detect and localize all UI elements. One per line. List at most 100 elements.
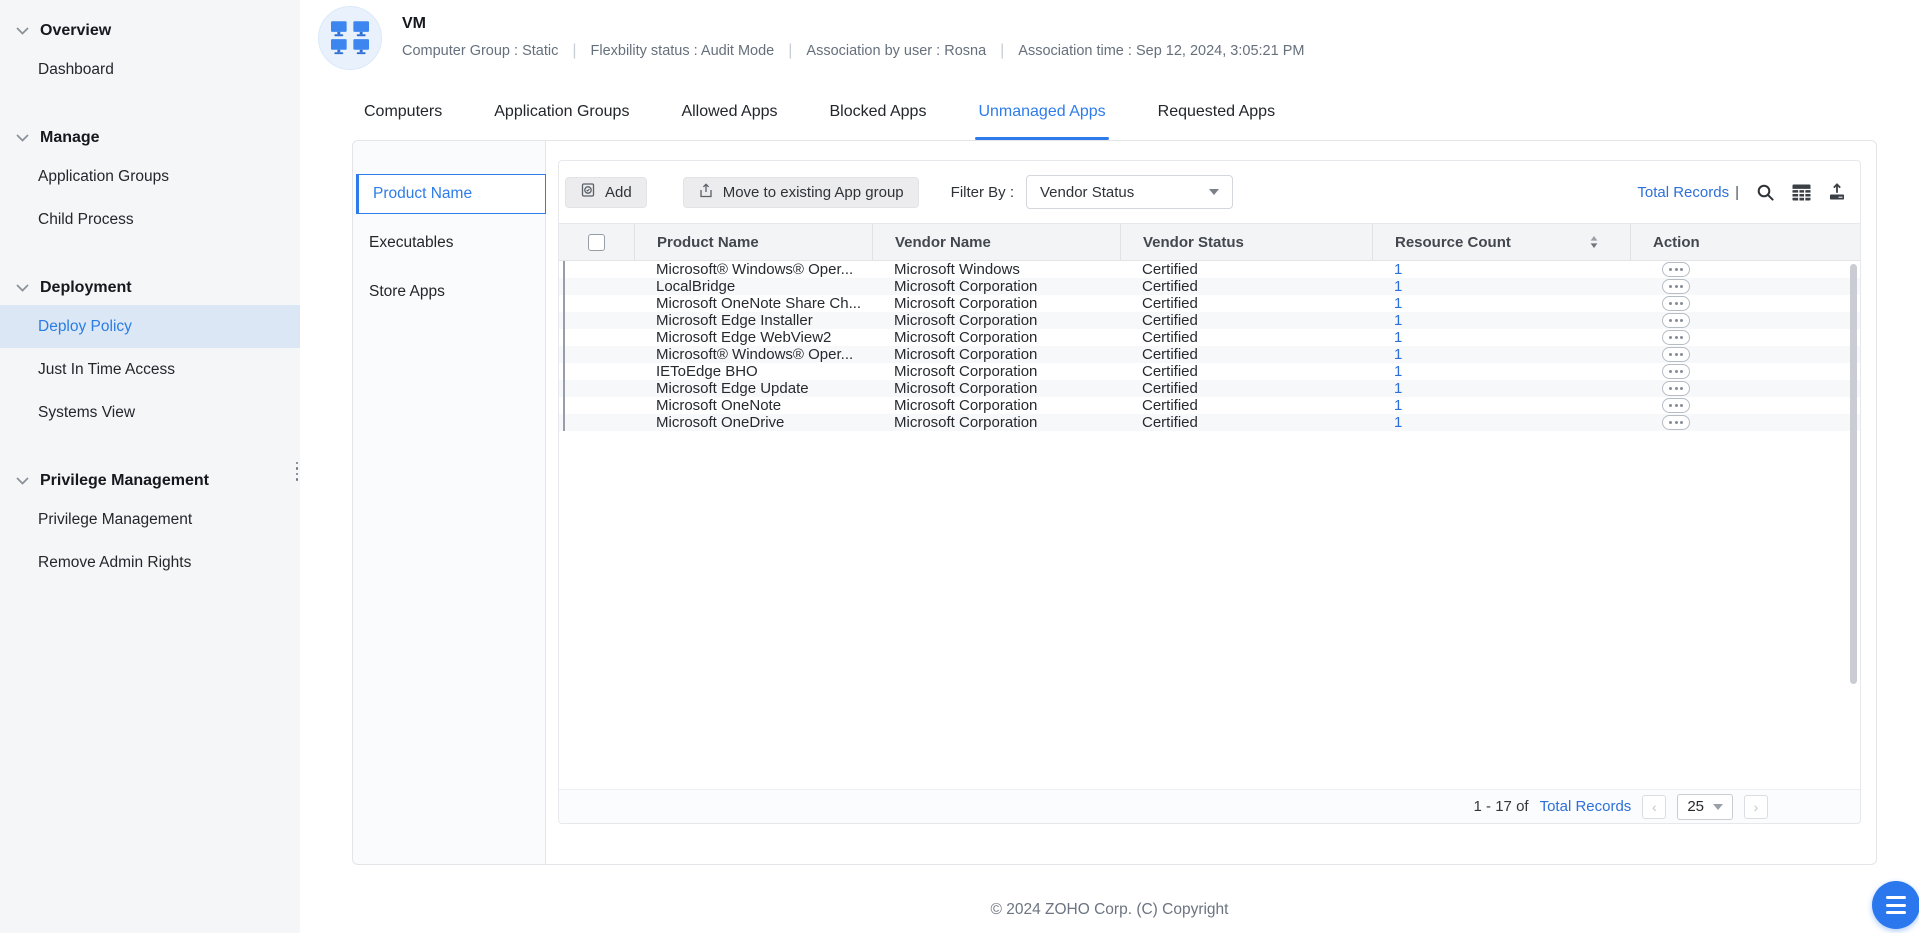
row-actions-ellipsis-icon[interactable] xyxy=(1662,262,1690,277)
app-root: OverviewDashboard Manage Application Group… xyxy=(0,0,1919,933)
row-actions-ellipsis-icon[interactable] xyxy=(1662,347,1690,362)
sidebar-section-header[interactable]: Deployment xyxy=(0,271,300,305)
sidebar-section-label: Manage xyxy=(40,129,100,147)
sidebar-item-remove-admin-rights[interactable]: Remove Admin Rights xyxy=(0,541,300,584)
row-actions-ellipsis-icon[interactable] xyxy=(1662,330,1690,345)
main-area: VM Computer Group : Static|Flexbility st… xyxy=(300,0,1919,933)
row-checkbox[interactable] xyxy=(563,278,565,295)
subnav-item-executables[interactable]: Executables xyxy=(353,223,545,263)
product-name-cell: Microsoft Edge Installer xyxy=(634,312,872,329)
row-checkbox[interactable] xyxy=(563,261,565,278)
total-records-link[interactable]: Total Records xyxy=(1637,184,1729,201)
sidebar-item-dashboard[interactable]: Dashboard xyxy=(0,48,300,91)
search-icon[interactable] xyxy=(1756,183,1775,202)
row-checkbox[interactable] xyxy=(563,414,565,431)
subnav-item-product-name[interactable]: Product Name xyxy=(356,174,546,214)
row-checkbox[interactable] xyxy=(563,295,565,312)
sidebar-section: Manage Application GroupsChild Process xyxy=(0,121,300,241)
copyright-text: © 2024 ZOHO Corp. (C) Copyright xyxy=(300,901,1919,919)
sidebar-item-systems-view[interactable]: Systems View xyxy=(0,391,300,434)
chevron-down-icon xyxy=(16,279,29,297)
vendor-status-cell: Certified xyxy=(1120,278,1372,295)
column-resource-count-label: Resource Count xyxy=(1395,234,1511,251)
move-to-app-group-button[interactable]: Move to existing App group xyxy=(683,177,919,208)
row-actions-ellipsis-icon[interactable] xyxy=(1662,364,1690,379)
row-actions-ellipsis-icon[interactable] xyxy=(1662,381,1690,396)
header-meta-item: Association time : Sep 12, 2024, 3:05:21… xyxy=(1018,43,1304,59)
row-checkbox[interactable] xyxy=(563,329,565,346)
filter-by-label: Filter By : xyxy=(951,184,1014,201)
resource-count-link[interactable]: 1 xyxy=(1394,397,1402,414)
sort-icon[interactable] xyxy=(1590,236,1598,248)
meta-separator: | xyxy=(572,42,576,60)
header-meta-item: Computer Group : Static xyxy=(402,43,558,59)
subnav-item-store-apps[interactable]: Store Apps xyxy=(353,272,545,312)
sidebar-section-header[interactable]: Manage xyxy=(0,121,300,155)
tab-allowed-apps[interactable]: Allowed Apps xyxy=(681,84,777,140)
resource-count-link[interactable]: 1 xyxy=(1394,329,1402,346)
quick-actions-fab-menu-icon[interactable] xyxy=(1872,881,1919,929)
resource-count-link[interactable]: 1 xyxy=(1394,380,1402,397)
vendor-status-cell: Certified xyxy=(1120,295,1372,312)
vendor-name-cell: Microsoft Corporation xyxy=(872,346,1120,363)
row-checkbox[interactable] xyxy=(563,346,565,363)
page-size-select[interactable]: 25 xyxy=(1677,794,1733,820)
sidebar-section: DeploymentDeploy PolicyJust In Time Acce… xyxy=(0,271,300,434)
row-actions-ellipsis-icon[interactable] xyxy=(1662,313,1690,328)
select-all-checkbox[interactable] xyxy=(588,234,605,251)
toolbar: Add Move to existing App group Filter xyxy=(559,161,1860,223)
row-actions-ellipsis-icon[interactable] xyxy=(1662,279,1690,294)
prev-page-button[interactable]: ‹ xyxy=(1642,795,1666,819)
tab-unmanaged-apps[interactable]: Unmanaged Apps xyxy=(978,84,1105,140)
add-button-label: Add xyxy=(605,184,632,201)
sidebar-item-deploy-policy[interactable]: Deploy Policy xyxy=(0,305,300,348)
column-product-name[interactable]: Product Name xyxy=(634,224,872,260)
row-checkbox[interactable] xyxy=(563,380,565,397)
sidebar-item-privilege-management[interactable]: Privilege Management xyxy=(0,498,300,541)
sidebar-section-header[interactable]: Privilege Management xyxy=(0,464,300,498)
product-name-cell: Microsoft OneNote Share Ch... xyxy=(634,295,872,312)
table-scrollbar[interactable] xyxy=(1850,264,1857,684)
sidebar-item-just-in-time-access[interactable]: Just In Time Access xyxy=(0,348,300,391)
resource-count-link[interactable]: 1 xyxy=(1394,346,1402,363)
row-checkbox[interactable] xyxy=(563,312,565,329)
vendor-status-cell: Certified xyxy=(1120,363,1372,380)
resource-count-link[interactable]: 1 xyxy=(1394,312,1402,329)
chevron-down-icon xyxy=(1209,189,1219,195)
sidebar-item-application-groups[interactable]: Application Groups xyxy=(0,155,300,198)
vendor-name-cell: Microsoft Corporation xyxy=(872,397,1120,414)
sidebar-item-child-process[interactable]: Child Process xyxy=(0,198,300,241)
subnav: Product Name Executables Store Apps xyxy=(353,141,546,864)
sidebar-section-header[interactable]: Overview xyxy=(0,14,300,48)
table-row: IEToEdge BHO Microsoft Corporation Certi… xyxy=(559,363,1860,380)
tab-requested-apps[interactable]: Requested Apps xyxy=(1158,84,1275,140)
share-up-icon xyxy=(698,182,714,203)
table-row: Microsoft® Windows® Oper... Microsoft Wi… xyxy=(559,261,1860,278)
tab-application-groups[interactable]: Application Groups xyxy=(494,84,629,140)
product-name-cell: Microsoft® Windows® Oper... xyxy=(634,261,872,278)
product-name-cell: Microsoft® Windows® Oper... xyxy=(634,346,872,363)
resource-count-link[interactable]: 1 xyxy=(1394,363,1402,380)
row-checkbox[interactable] xyxy=(563,363,565,380)
vendor-status-filter-select[interactable]: Vendor Status xyxy=(1026,175,1233,209)
resource-count-link[interactable]: 1 xyxy=(1394,261,1402,278)
export-icon[interactable] xyxy=(1828,183,1846,201)
row-checkbox[interactable] xyxy=(563,397,565,414)
resource-count-link[interactable]: 1 xyxy=(1394,414,1402,431)
add-button[interactable]: Add xyxy=(565,177,647,208)
table-columns-icon[interactable] xyxy=(1792,184,1811,201)
pagination-total-records-link[interactable]: Total Records xyxy=(1540,798,1632,815)
tab-blocked-apps[interactable]: Blocked Apps xyxy=(830,84,927,140)
resource-count-link[interactable]: 1 xyxy=(1394,278,1402,295)
column-resource-count[interactable]: Resource Count xyxy=(1372,224,1630,260)
next-page-button[interactable]: › xyxy=(1744,795,1768,819)
row-actions-ellipsis-icon[interactable] xyxy=(1662,398,1690,413)
product-name-cell: LocalBridge xyxy=(634,278,872,295)
column-vendor-status[interactable]: Vendor Status xyxy=(1120,224,1372,260)
row-actions-ellipsis-icon[interactable] xyxy=(1662,415,1690,430)
resource-count-link[interactable]: 1 xyxy=(1394,295,1402,312)
column-vendor-name[interactable]: Vendor Name xyxy=(872,224,1120,260)
table-row: Microsoft OneDrive Microsoft Corporation… xyxy=(559,414,1860,431)
tab-computers[interactable]: Computers xyxy=(364,84,442,140)
row-actions-ellipsis-icon[interactable] xyxy=(1662,296,1690,311)
